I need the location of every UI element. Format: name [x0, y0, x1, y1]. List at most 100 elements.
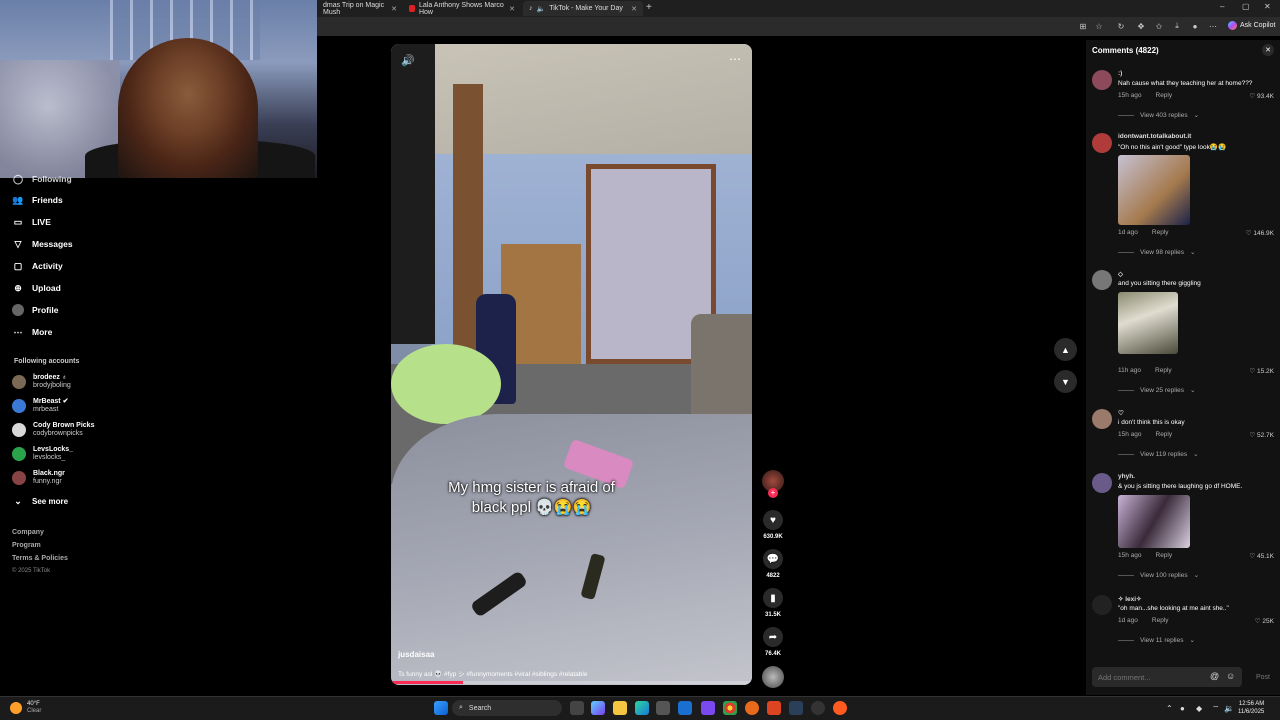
- nav-messages[interactable]: ▽ Messages: [12, 238, 73, 250]
- nav-live[interactable]: ▭ LIVE: [12, 216, 51, 228]
- obs-icon[interactable]: [811, 701, 825, 715]
- file-explorer-icon[interactable]: [613, 701, 627, 715]
- previous-video-button[interactable]: ▲: [1054, 338, 1077, 361]
- taskbar-clock[interactable]: 12:56 AM 11/6/2025: [1238, 700, 1264, 716]
- browser-tab-3[interactable]: ♪ 🔈 TikTok - Make Your Day ✕: [523, 1, 643, 16]
- tray-chevron-icon[interactable]: ⌃: [1166, 704, 1173, 713]
- app-icon[interactable]: [767, 701, 781, 715]
- tray-app-icon[interactable]: ◆: [1196, 704, 1202, 713]
- footer-company[interactable]: Company: [12, 529, 44, 536]
- comment-user[interactable]: :): [1118, 70, 1122, 77]
- comment-user[interactable]: yhyh.: [1118, 473, 1135, 480]
- like-button[interactable]: ♥ 630.9K: [760, 510, 786, 540]
- edge-icon[interactable]: [635, 701, 649, 715]
- volume-icon[interactable]: 🔉: [1224, 704, 1234, 713]
- extensions-icon[interactable]: ✥: [1136, 21, 1146, 31]
- reply-button[interactable]: Reply: [1155, 367, 1172, 374]
- start-button-icon[interactable]: [434, 701, 448, 715]
- new-tab-button[interactable]: +: [646, 2, 652, 13]
- sound-disc[interactable]: [760, 666, 786, 688]
- volume-icon[interactable]: 🔊: [401, 54, 415, 67]
- comment-like-button[interactable]: ♡ 15.2K: [1249, 367, 1274, 375]
- close-comments-button[interactable]: ✕: [1262, 44, 1274, 56]
- maximize-button[interactable]: ▢: [1242, 2, 1250, 11]
- menu-dots-icon[interactable]: ⋯: [1208, 21, 1218, 31]
- footer-program[interactable]: Program: [12, 542, 41, 549]
- task-view-icon[interactable]: [570, 701, 584, 715]
- video-author[interactable]: jusdaisaa: [398, 650, 434, 659]
- reply-button[interactable]: Reply: [1156, 552, 1173, 559]
- firefox-icon[interactable]: [745, 701, 759, 715]
- comment-like-button[interactable]: ♡ 146.9K: [1246, 229, 1274, 237]
- avatar[interactable]: [1092, 70, 1112, 90]
- comment-user[interactable]: ♡: [1118, 409, 1124, 417]
- chrome-icon[interactable]: [723, 701, 737, 715]
- reply-button[interactable]: Reply: [1152, 617, 1169, 624]
- browser-tab-1[interactable]: dmas Trip on Magic Mush ✕: [317, 1, 403, 16]
- profile-avatar-icon[interactable]: ●: [1190, 21, 1200, 31]
- nav-friends[interactable]: 👥 Friends: [12, 194, 62, 206]
- avatar[interactable]: [1092, 133, 1112, 153]
- reply-button[interactable]: Reply: [1152, 229, 1169, 236]
- split-screen-icon[interactable]: ⊞: [1078, 21, 1088, 31]
- download-icon[interactable]: ⤓: [1172, 21, 1182, 31]
- view-replies-button[interactable]: View 100 replies ⌄: [1118, 571, 1199, 579]
- tray-app-icon[interactable]: ●: [1180, 704, 1185, 713]
- see-more-button[interactable]: ⌄ See more: [12, 495, 68, 507]
- app-icon[interactable]: [833, 701, 847, 715]
- comment-user[interactable]: idontwant.totalkabout.it: [1118, 133, 1191, 140]
- account-item[interactable]: brodeez ♁ brodyjboling: [12, 374, 71, 390]
- teams-icon[interactable]: [701, 701, 715, 715]
- copilot-app-icon[interactable]: [591, 701, 605, 715]
- close-tab-icon[interactable]: ✕: [509, 5, 515, 13]
- reply-button[interactable]: Reply: [1156, 92, 1173, 99]
- view-replies-button[interactable]: View 119 replies ⌄: [1118, 450, 1199, 458]
- creator-avatar[interactable]: +: [760, 470, 786, 498]
- comment-like-button[interactable]: ♡ 52.7K: [1249, 431, 1274, 439]
- account-item[interactable]: LevsLocks_ levslocks_: [12, 446, 73, 462]
- weather-widget[interactable]: 40°F Clear: [10, 701, 41, 715]
- store-icon[interactable]: [656, 701, 670, 715]
- share-button[interactable]: ➦ 76.4K: [760, 627, 786, 657]
- account-item[interactable]: Black.ngr funny.ngr: [12, 470, 65, 486]
- comment-like-button[interactable]: ♡ 25K: [1255, 617, 1274, 625]
- ask-copilot-button[interactable]: Ask Copilot: [1228, 21, 1275, 30]
- comment-like-button[interactable]: ♡ 45.1K: [1249, 552, 1274, 560]
- account-item[interactable]: MrBeast ✔ mrbeast: [12, 398, 68, 414]
- avatar[interactable]: [1092, 409, 1112, 429]
- comment-user[interactable]: ◇: [1118, 270, 1123, 278]
- comment-like-button[interactable]: ♡ 93.4K: [1249, 92, 1274, 100]
- view-replies-button[interactable]: View 11 replies ⌄: [1118, 636, 1195, 644]
- more-options-icon[interactable]: ⋯: [729, 52, 742, 66]
- nav-profile[interactable]: Profile: [12, 304, 58, 316]
- save-button[interactable]: ▮ 31.5K: [760, 588, 786, 618]
- minimize-button[interactable]: –: [1220, 2, 1224, 11]
- view-replies-button[interactable]: View 25 replies ⌄: [1118, 386, 1195, 394]
- close-tab-icon[interactable]: ✕: [631, 5, 637, 13]
- video-player[interactable]: 🔊 ⋯ My hmg sister is afraid of black ppl…: [391, 44, 752, 685]
- account-item[interactable]: Cody Brown Picks codybrownpicks: [12, 422, 94, 438]
- comment-image[interactable]: [1118, 495, 1190, 548]
- video-progress-bar[interactable]: [391, 681, 752, 684]
- comment-user[interactable]: ✧ lexi✧: [1118, 595, 1142, 603]
- comment-button[interactable]: 💬 4822: [760, 549, 786, 579]
- reply-button[interactable]: Reply: [1156, 431, 1173, 438]
- comment-input[interactable]: [1092, 667, 1242, 687]
- audio-playing-icon[interactable]: 🔈: [537, 5, 546, 13]
- nav-following[interactable]: ◯ Following: [12, 173, 72, 185]
- steam-icon[interactable]: [789, 701, 803, 715]
- follow-plus-icon[interactable]: +: [768, 488, 778, 498]
- nav-more[interactable]: ⋯ More: [12, 326, 53, 338]
- mail-icon[interactable]: [678, 701, 692, 715]
- close-tab-icon[interactable]: ✕: [391, 5, 397, 13]
- footer-terms[interactable]: Terms & Policies: [12, 555, 68, 562]
- next-video-button[interactable]: ▼: [1054, 370, 1077, 393]
- wifi-icon[interactable]: ⌔: [1212, 704, 1220, 714]
- favorite-star-icon[interactable]: ☆: [1094, 21, 1104, 31]
- post-button[interactable]: Post: [1256, 674, 1270, 681]
- avatar[interactable]: [1092, 473, 1112, 493]
- comment-image[interactable]: [1118, 155, 1190, 225]
- taskbar-search[interactable]: ⌕ Search: [452, 700, 562, 716]
- comment-image[interactable]: [1118, 292, 1178, 354]
- view-replies-button[interactable]: View 403 replies ⌄: [1118, 111, 1199, 119]
